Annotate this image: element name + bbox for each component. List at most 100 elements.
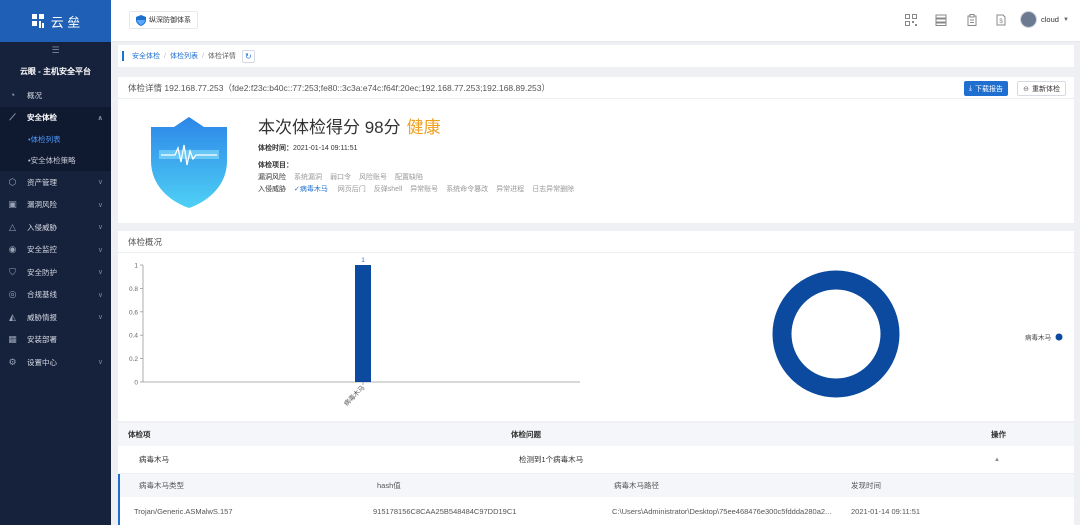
sub-header-hash: hash值 <box>377 481 401 490</box>
chevron-up-icon: ∧ <box>97 114 103 122</box>
sidebar-item-label: 入侵威胁 <box>27 222 57 232</box>
menu-collapse-icon[interactable]: ☰ <box>0 42 111 58</box>
intrusion-item: 系统命令篡改 <box>446 186 489 193</box>
brand-tab[interactable]: 纵深防御体系 <box>129 11 198 29</box>
donut-slice-病毒木马 <box>772 270 900 398</box>
intrusion-item: 反弹shell <box>373 186 403 193</box>
vuln-item: 弱口令 <box>329 174 351 181</box>
cube-icon: ⬡ <box>8 176 17 187</box>
sidebar-item-1[interactable]: ⟋ 安全体检 ∧ <box>0 106 111 129</box>
sub-header-path: 病毒木马路径 <box>614 481 659 490</box>
intrusion-checked-item: ✓病毒木马 <box>293 186 328 193</box>
vuln-label: 漏洞风险 <box>258 174 286 181</box>
bar-chart: 0 0.2 0.4 0.6 0.8 1 1 病毒木马 <box>129 257 580 408</box>
submenu-item-0[interactable]: •体检列表 <box>0 129 111 150</box>
legend-marker <box>1055 333 1063 341</box>
sub-header-time: 发现时间 <box>851 481 881 490</box>
platform-name: 云眼 - 主机安全平台 <box>19 66 92 76</box>
intrusion-items-line: 入侵威胁 ✓病毒木马 网页后门 反弹shell 异常账号 系统命令篡改 异常进程 日志异常… <box>258 184 582 194</box>
overview-title: 体检概况 <box>118 231 1074 253</box>
server-icon[interactable] <box>934 13 947 26</box>
dashboard-icon: ◔ <box>9 90 16 101</box>
result-table: 体检项 体检问题 操作 病毒木马 检测到1个病毒木马 ▲ 病毒木马类型 hash… <box>118 423 1074 525</box>
chevron-down-icon: ∨ <box>97 179 103 186</box>
check-time-label: 体检时间： <box>258 145 293 152</box>
sidebar-item-10[interactable]: ⚙ 设置中心 ∨ <box>0 351 111 374</box>
table-row[interactable]: 病毒木马 检测到1个病毒木马 ▲ <box>118 446 1074 474</box>
score-text: 本次体检得分 98分 <box>258 118 401 137</box>
donut-chart: 病毒木马 <box>772 270 1063 398</box>
trojan-hash: 915178156C8CAA25B548484C97DD19C1 <box>373 506 517 516</box>
sidebar-item-label: 安全体检 <box>27 113 57 123</box>
chevron-down-icon: ∨ <box>97 291 103 299</box>
sidebar-item-label: 概况 <box>27 90 42 100</box>
sidebar-item-7[interactable]: ◎ 合规基线 ∨ <box>0 284 111 307</box>
sidebar-item-6[interactable]: ⛉ 安全防护 ∨ <box>0 261 111 284</box>
chevron-down-icon: ∨ <box>97 314 103 321</box>
download-report-button[interactable]: ⤓ 下载报告 <box>963 81 1008 96</box>
recheck-button[interactable]: ⊖ 重新体检 <box>1017 81 1066 96</box>
sidebar-item-4[interactable]: △ 入侵威胁 ∨ <box>0 216 111 239</box>
chevron-down-icon: ∨ <box>97 359 103 366</box>
intrusion-label: 入侵威胁 <box>258 186 286 193</box>
submenu-item-1[interactable]: •安全体检策略 <box>0 150 111 171</box>
chevron-down-icon: ∨ <box>97 246 103 254</box>
score-heading: 本次体检得分 98分 健康 <box>258 113 441 138</box>
vuln-item: 系统漏洞 <box>293 174 322 181</box>
logo-icon <box>31 14 44 28</box>
sidebar-item-9[interactable]: ▦ 安装部署 <box>0 329 111 352</box>
top-header: 纵深防御体系 $ cloud ▼ <box>111 0 1080 42</box>
svg-text:$: $ <box>999 19 1003 25</box>
header-check-item: 体检项 <box>128 430 151 439</box>
header-check-issue: 体检问题 <box>511 430 541 439</box>
trend-icon: ⟋ <box>9 112 16 123</box>
sidebar-item-3[interactable]: ▣ 漏洞风险 ∨ <box>0 194 111 217</box>
breadcrumb-check-list[interactable]: 体检列表 <box>170 51 198 61</box>
grid-icon: ▦ <box>8 334 17 345</box>
y-tick-label: 0.6 <box>129 309 138 316</box>
refresh-icon[interactable]: ↻ <box>241 49 255 63</box>
sidebar-item-8[interactable]: ◭ 威胁情报 ∨ <box>0 306 111 329</box>
username: cloud <box>1041 15 1059 24</box>
avatar <box>1020 11 1037 28</box>
sidebar-item-label: 资产管理 <box>27 177 57 187</box>
shield-icon: ⛉ <box>9 266 16 277</box>
sidebar-item-label: 设置中心 <box>27 357 57 367</box>
mountain-icon: ◭ <box>9 311 16 322</box>
eye-icon: ◉ <box>8 244 17 255</box>
intrusion-item: 日志异常删除 <box>532 186 575 193</box>
bar-病毒木马 <box>355 265 371 382</box>
recheck-label: 重新体检 <box>1032 85 1060 93</box>
overview-card: 体检概况 0 0.2 0.4 0.6 0.8 1 1 病毒木马 病毒木马 <box>118 231 1074 421</box>
detail-table-row: Trojan/Generic.ASMalwS.157 915178156C8CA… <box>118 497 1074 525</box>
vuln-item: 配置缺陷 <box>394 174 423 181</box>
sidebar-menu: ◔ 概况 ⟋ 安全体检 ∧ •体检列表 •安全体检策略 ⬡ 资产管理 ∨ ▣ 漏洞风险 ∨ △ 入侵威胁 ∨ ◉… <box>0 84 111 374</box>
y-tick-label: 0.4 <box>129 333 138 340</box>
legend-label: 病毒木马 <box>1025 333 1051 342</box>
sidebar-item-0[interactable]: ◔ 概况 <box>0 84 111 107</box>
brand-shield-icon <box>136 14 146 26</box>
collapse-row-icon[interactable]: ▲ <box>994 457 1000 463</box>
billing-icon[interactable]: $ <box>994 13 1007 26</box>
caret-down-icon: ▼ <box>1062 16 1069 23</box>
intrusion-item: 网页后门 <box>337 186 366 193</box>
sidebar-item-label: 威胁情报 <box>27 312 57 322</box>
check-items-label: 体检项目： <box>258 162 293 169</box>
chevron-down-icon: ∨ <box>97 224 103 231</box>
intrusion-item: 异常进程 <box>496 186 525 193</box>
breadcrumb-security-check[interactable]: 安全体检 <box>132 51 160 61</box>
sidebar-item-5[interactable]: ◉ 安全监控 ∨ <box>0 239 111 262</box>
trojan-path: C:\Users\Administrator\Desktop\75ee46847… <box>612 506 832 516</box>
clipboard-icon[interactable] <box>965 13 978 26</box>
y-tick-label: 0.2 <box>129 356 138 363</box>
sidebar-item-label: 安全防护 <box>27 267 57 277</box>
sidebar-item-2[interactable]: ⬡ 资产管理 ∨ <box>0 171 111 194</box>
recheck-icon: ⊖ <box>1023 85 1029 93</box>
radar-icon: ◎ <box>8 289 17 300</box>
qrcode-icon[interactable] <box>904 13 917 26</box>
user-menu[interactable]: cloud ▼ <box>1020 11 1069 28</box>
breadcrumb-marker <box>122 51 124 61</box>
sidebar-item-label: 安装部署 <box>27 335 57 345</box>
vuln-item: 风险账号 <box>358 174 387 181</box>
discover-time: 2021-01-14 09:11:51 <box>851 506 921 516</box>
